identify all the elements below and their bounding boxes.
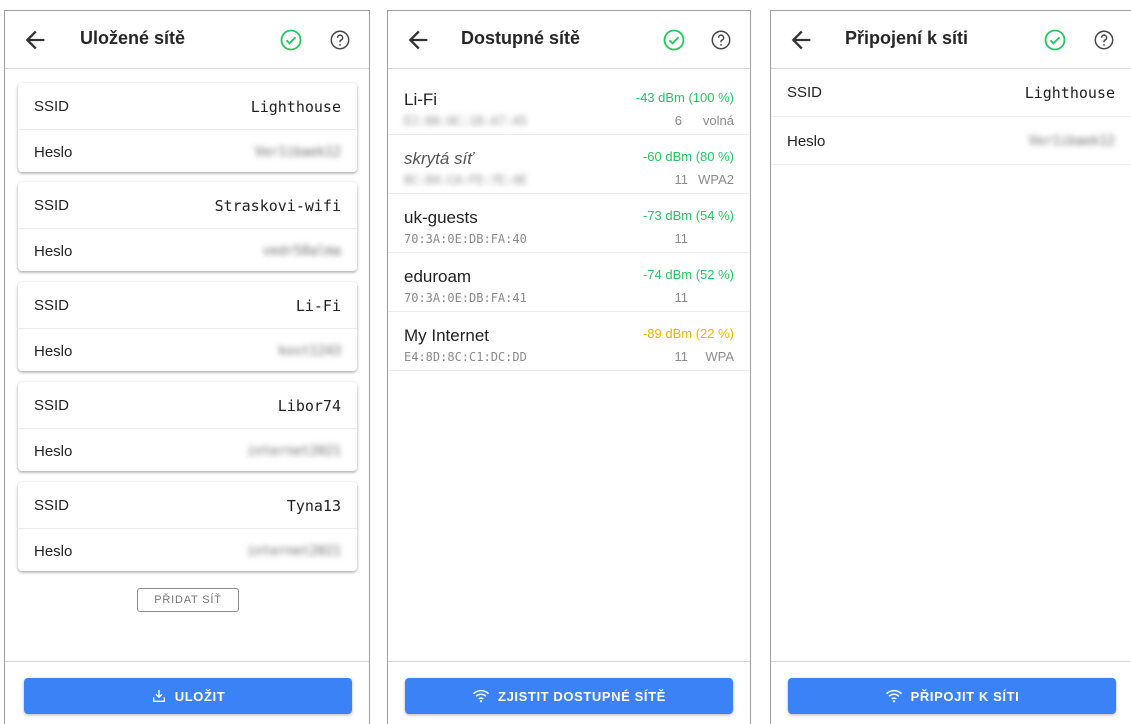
save-button[interactable]: ULOŽIT <box>24 678 352 714</box>
back-arrow-icon[interactable] <box>21 26 49 54</box>
saved-network-card[interactable]: SSID Straskovi-wifi Heslo vedr58alma <box>18 182 357 271</box>
bottom-bar: PŘIPOJIT K SÍTI <box>771 661 1131 724</box>
ssid-value[interactable]: Straskovi-wifi <box>215 197 341 215</box>
password-value[interactable]: internet2021 <box>247 544 341 559</box>
channel: 6 <box>674 113 682 128</box>
divider <box>18 528 357 529</box>
bottom-bar: ULOŽIT <box>5 661 369 724</box>
help-icon[interactable] <box>329 29 351 51</box>
network-list-item[interactable]: skrytá síť -60 dBm (80 %) 8C:84:CA:FE:7E… <box>388 135 750 194</box>
password-label: Heslo <box>34 443 73 460</box>
network-name: My Internet <box>404 326 490 345</box>
check-circle-icon <box>1044 29 1066 51</box>
mac-address: 8C:84:CA:FE:7E:4E <box>404 173 527 187</box>
available-appbar: Dostupné sítě <box>388 11 750 69</box>
network-list-item[interactable]: My Internet -89 dBm (22 %) E4:8D:8C:C1:D… <box>388 312 750 371</box>
bottom-bar: ZJISTIT DOSTUPNÉ SÍTĚ <box>388 661 750 724</box>
signal-strength: -43 dBm (100 %) <box>635 90 734 105</box>
ssid-label: SSID <box>34 297 70 314</box>
network-name: skrytá síť <box>404 149 474 168</box>
saved-network-card[interactable]: SSID Lighthouse Heslo Ver1ibaek12 <box>18 83 357 172</box>
security: WPA2 <box>698 172 734 187</box>
download-icon <box>152 690 165 702</box>
divider <box>18 328 357 329</box>
divider <box>18 428 357 429</box>
connect-appbar: Připojení k síti <box>771 11 1131 69</box>
back-arrow-icon[interactable] <box>404 26 432 54</box>
signal-strength: -73 dBm (54 %) <box>642 208 734 223</box>
signal-strength: -89 dBm (22 %) <box>642 326 734 341</box>
back-arrow-icon[interactable] <box>787 26 815 54</box>
network-list-item[interactable]: Li-Fi -43 dBm (100 %) E2:06:8C:18:A7:45 … <box>388 76 750 135</box>
password-label: Heslo <box>787 133 826 150</box>
save-button-label: ULOŽIT <box>174 688 226 704</box>
signal-strength: -74 dBm (52 %) <box>642 267 734 282</box>
ssid-value[interactable]: Libor74 <box>278 397 341 415</box>
saved-networks-panel: Uložené sítě SSID Lighthouse Heslo Ver1i… <box>4 10 370 724</box>
connect-button[interactable]: PŘIPOJIT K SÍTI <box>788 678 1116 714</box>
saved-network-card[interactable]: SSID Libor74 Heslo internet2021 <box>18 382 357 471</box>
ssid-value[interactable]: Lighthouse <box>1025 84 1115 102</box>
password-row: Heslo Ver1ibaek12 <box>771 117 1131 165</box>
add-network-button[interactable]: PŘIDAT SÍŤ <box>137 588 239 612</box>
security: volná <box>702 113 734 128</box>
channel: 11 <box>674 349 689 364</box>
ssid-label: SSID <box>34 197 70 214</box>
password-label: Heslo <box>34 543 73 560</box>
ssid-label: SSID <box>787 84 823 101</box>
network-list-item[interactable]: uk-guests -73 dBm (54 %) 70:3A:0E:DB:FA:… <box>388 194 750 253</box>
network-name: uk-guests <box>404 208 478 227</box>
connect-network-panel: Připojení k síti SSID Lighthouse Heslo V… <box>770 10 1131 724</box>
ssid-row: SSID Lighthouse <box>771 69 1131 117</box>
mac-address: E2:06:8C:18:A7:45 <box>404 114 527 128</box>
network-name: eduroam <box>404 267 472 286</box>
divider <box>18 129 357 130</box>
signal-strength: -60 dBm (80 %) <box>642 149 734 164</box>
page-title: Připojení k síti <box>845 28 969 48</box>
password-value[interactable]: internet2021 <box>247 444 341 459</box>
mac-address: E4:8D:8C:C1:DC:DD <box>404 350 527 364</box>
check-circle-icon <box>280 29 302 51</box>
password-value[interactable]: kost1243 <box>278 344 341 359</box>
scan-networks-button[interactable]: ZJISTIT DOSTUPNÉ SÍTĚ <box>405 678 733 714</box>
connect-button-label: PŘIPOJIT K SÍTI <box>910 688 1020 704</box>
available-networks-panel: Dostupné sítě Li-Fi -43 dBm (100 %) E2:0… <box>387 10 751 724</box>
scan-button-label: ZJISTIT DOSTUPNÉ SÍTĚ <box>498 688 666 704</box>
network-list-item[interactable]: eduroam -74 dBm (52 %) 70:3A:0E:DB:FA:41… <box>388 253 750 312</box>
saved-appbar: Uložené sítě <box>5 11 369 69</box>
ssid-label: SSID <box>34 397 70 414</box>
password-label: Heslo <box>34 243 73 260</box>
check-circle-icon <box>663 29 685 51</box>
password-value[interactable]: vedr58alma <box>263 244 341 259</box>
saved-network-card[interactable]: SSID Li-Fi Heslo kost1243 <box>18 282 357 371</box>
divider <box>18 228 357 229</box>
mac-address: 70:3A:0E:DB:FA:40 <box>404 232 527 246</box>
page-title: Uložené sítě <box>80 28 186 48</box>
security: WPA <box>705 349 734 364</box>
password-label: Heslo <box>34 144 73 161</box>
password-label: Heslo <box>34 343 73 360</box>
ssid-value[interactable]: Lighthouse <box>251 98 341 116</box>
ssid-label: SSID <box>34 497 70 514</box>
help-icon[interactable] <box>1093 29 1115 51</box>
password-value[interactable]: Ver1ibaek12 <box>1029 134 1115 149</box>
ssid-value[interactable]: Tyna13 <box>287 497 341 515</box>
mac-address: 70:3A:0E:DB:FA:41 <box>404 291 527 305</box>
channel: 11 <box>674 172 689 187</box>
help-icon[interactable] <box>710 29 732 51</box>
wifi-icon <box>473 689 490 703</box>
ssid-value[interactable]: Li-Fi <box>296 297 341 315</box>
password-value[interactable]: Ver1ibaek12 <box>255 145 341 160</box>
ssid-label: SSID <box>34 98 70 115</box>
page-title: Dostupné sítě <box>461 28 581 48</box>
saved-network-card[interactable]: SSID Tyna13 Heslo internet2021 <box>18 482 357 571</box>
channel: 11 <box>674 231 689 246</box>
channel: 11 <box>674 290 689 305</box>
network-name: Li-Fi <box>404 90 438 109</box>
wifi-icon <box>885 689 902 703</box>
